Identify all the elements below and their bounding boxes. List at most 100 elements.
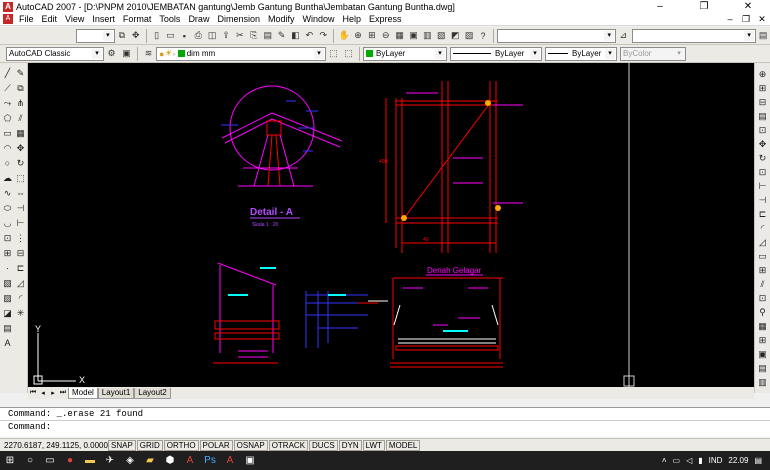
snap-perpendicular-icon[interactable]: ◿ [757,237,768,248]
table-style-select[interactable]: ▾ [632,28,757,43]
tool-palettes-icon[interactable]: ▥ [421,29,433,42]
revision-cloud-icon[interactable]: ☁ [2,173,13,184]
table-style-icon[interactable]: ▤ [757,29,769,42]
rotate-icon[interactable]: ↻ [15,158,26,169]
construction-line-icon[interactable]: ⟋ [2,83,13,94]
layer-icon[interactable]: ▤ [757,111,768,122]
minimize-button[interactable]: – [638,0,682,13]
snap-extension-icon[interactable]: ⊏ [757,209,768,220]
doc-restore-icon[interactable]: ❐ [738,14,754,25]
tab-layout1[interactable]: Layout1 [97,387,135,399]
document-icon[interactable]: A [3,14,13,24]
polar-toggle[interactable]: POLAR [199,439,233,451]
break-point-icon[interactable]: ⋮ [15,233,26,244]
list-icon[interactable]: ▤ [757,363,768,374]
markup-icon[interactable]: ◩ [449,29,461,42]
open-file-icon[interactable]: ▭ [165,29,177,42]
make-block-icon[interactable]: ⊞ [2,248,13,259]
zoom-previous-icon[interactable]: ⊖ [380,29,392,42]
copy-icon[interactable]: ⎘ [248,29,260,42]
redo-icon[interactable]: ↷ [317,29,329,42]
snap-intersection-icon[interactable]: ⊣ [757,195,768,206]
autocad-taskbar-icon[interactable]: A [180,451,200,470]
close-button[interactable]: ✕ [726,0,770,13]
dyn-toggle[interactable]: DYN [338,439,362,451]
menu-draw[interactable]: Draw [184,14,213,24]
menu-format[interactable]: Format [119,14,156,24]
save-icon[interactable]: ▪ [178,29,190,42]
menu-file[interactable]: File [15,14,38,24]
pan-icon[interactable]: ✥ [130,29,142,42]
menu-modify[interactable]: Modify [264,14,299,24]
snap-quadrant-icon[interactable]: ⊢ [757,181,768,192]
layer-manager-icon[interactable]: ≋ [142,47,155,60]
app-icon[interactable]: ⬢ [160,451,180,470]
otrack-toggle[interactable]: OTRACK [268,439,309,451]
chrome-icon[interactable]: ● [60,451,80,470]
publish-icon[interactable]: ⇪ [220,29,232,42]
offset-icon[interactable]: ⫽ [15,113,26,124]
app-icon[interactable]: ◈ [120,451,140,470]
plot-preview-icon[interactable]: ◫ [206,29,218,42]
snap-tangent-icon[interactable]: ▭ [757,251,768,262]
snap-nearest-icon[interactable]: ⊞ [757,265,768,276]
polygon-icon[interactable]: ⬠ [2,113,13,124]
lineweight-select[interactable]: ByLayer ▾ [545,46,617,61]
properties-icon[interactable]: ▦ [394,29,406,42]
linetype-select[interactable]: ByLayer ▾ [450,46,542,61]
array-icon[interactable]: ▦ [15,128,26,139]
zoom-icon[interactable]: ⊕ [757,69,768,80]
snap-center-icon[interactable]: ↻ [757,153,768,164]
explode-icon[interactable]: ✳ [15,308,26,319]
ducs-toggle[interactable]: DUCS [309,439,338,451]
language-indicator[interactable]: IND [709,456,723,465]
point-icon[interactable]: · [2,263,13,274]
zoom-window-icon[interactable]: ⧉ [116,29,128,42]
doc-minimize-icon[interactable]: – [722,14,738,25]
autocad-taskbar-icon[interactable]: A [220,451,240,470]
plotstyle-select[interactable]: ByColor ▾ [620,46,686,61]
tab-prev-icon[interactable]: ◂ [38,389,48,397]
chamfer-icon[interactable]: ◿ [15,278,26,289]
menu-help[interactable]: Help [339,14,366,24]
table-icon[interactable]: ▤ [2,323,13,334]
maximize-button[interactable]: ❐ [682,0,726,13]
snap-none-icon[interactable]: ⊡ [757,293,768,304]
ortho-toggle[interactable]: ORTHO [163,439,199,451]
menu-edit[interactable]: Edit [38,14,62,24]
spline-icon[interactable]: ∿ [2,188,13,199]
dim-style-select[interactable]: ▾ [496,28,617,43]
erase-icon[interactable]: ✎ [15,68,26,79]
drawing-area[interactable]: Detail - A Skala 1 : 20 400 40 Denah Gel… [28,63,754,387]
menu-window[interactable]: Window [299,14,339,24]
app-icon[interactable]: ▣ [240,451,260,470]
make-current-layer-icon[interactable]: ⬚ [327,47,340,60]
osnap-toggle[interactable]: OSNAP [233,439,268,451]
snap-midpoint-icon[interactable]: ✥ [757,139,768,150]
join-icon[interactable]: ⊏ [15,263,26,274]
battery-icon[interactable]: ▮ [698,456,702,465]
extend-icon[interactable]: ⊢ [15,218,26,229]
zoom-realtime-icon[interactable]: ⊕ [352,29,364,42]
multiline-text-icon[interactable]: A [2,338,13,349]
id-point-icon[interactable]: ▥ [757,377,768,388]
zoom-window-icon[interactable]: ⊞ [366,29,378,42]
area-icon[interactable]: ▣ [757,349,768,360]
volume-icon[interactable]: ◁ [686,456,692,465]
layer-select[interactable]: ● ☀ ◦ dim mm ▾ [156,46,326,61]
zoom-out-icon[interactable]: ⊟ [757,97,768,108]
snap-parallel-icon[interactable]: ⫽ [757,279,768,290]
match-properties-icon[interactable]: ✎ [276,29,288,42]
tab-last-icon[interactable]: ⏭ [58,389,68,397]
workspace-select[interactable]: AutoCAD Classic ▾ [6,46,104,61]
distance-icon[interactable]: ⊞ [757,335,768,346]
help-icon[interactable]: ? [477,29,489,42]
photoshop-icon[interactable]: Ps [200,451,220,470]
explorer-icon[interactable]: ▬ [80,451,100,470]
named-view-select[interactable]: ▾ [76,28,115,43]
trim-icon[interactable]: ⊣ [15,203,26,214]
insert-block-icon[interactable]: ⊡ [2,233,13,244]
line-icon[interactable]: ╱ [2,68,13,79]
grid-toggle[interactable]: GRID [136,439,163,451]
properties-icon[interactable]: ▦ [757,321,768,332]
